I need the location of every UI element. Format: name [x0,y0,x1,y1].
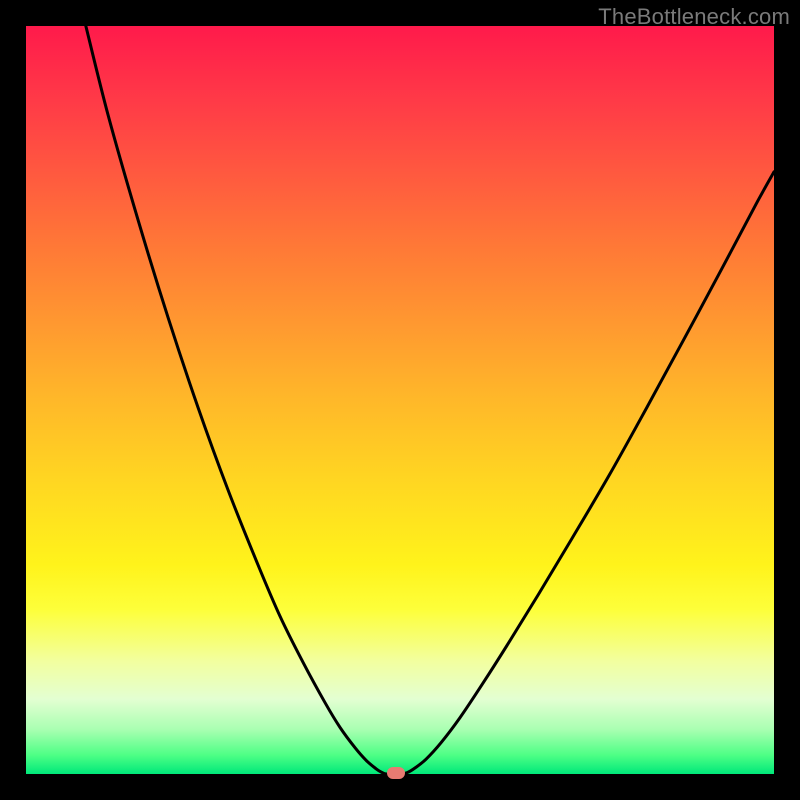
bottleneck-curve [26,26,774,774]
minimum-marker [387,767,405,779]
chart-frame: TheBottleneck.com [0,0,800,800]
chart-plot-area [26,26,774,774]
watermark-label: TheBottleneck.com [598,4,790,30]
